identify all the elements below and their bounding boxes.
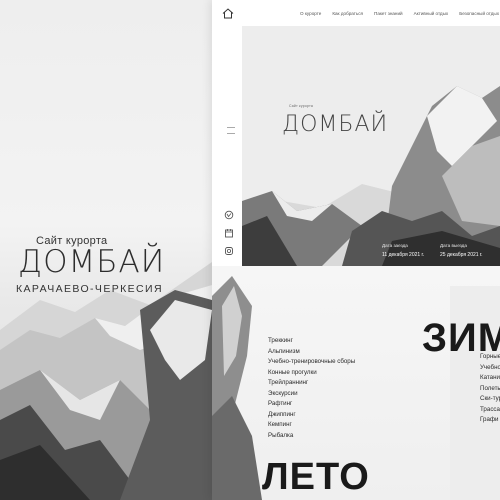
nav-item-knowledge[interactable]: Пакет знаний <box>374 11 403 16</box>
arrival-date-field[interactable]: Дата заезда 11 декабря 2021 г. <box>382 243 424 258</box>
departure-date-label: Дата выезда <box>440 243 467 248</box>
vk-icon[interactable] <box>224 210 234 220</box>
summer-activity-item[interactable]: Альпинизм <box>268 347 355 358</box>
hero-mountain-illustration <box>242 86 500 266</box>
sidebar-divider <box>227 133 235 134</box>
winter-activity-item[interactable]: Учебно <box>480 363 500 374</box>
nav-item-safe-rest[interactable]: Безопасный отдых <box>459 11 499 16</box>
resort-poster: Сайт курорта ДОМБАЙ КАРАЧАЕВО-ЧЕРКЕСИЯ <box>0 0 212 500</box>
winter-activity-item[interactable]: Катание <box>480 373 500 384</box>
arrival-date-label: Дата заезда <box>382 243 408 248</box>
summer-activity-item[interactable]: Трейлраннинг <box>268 378 355 389</box>
main-menu: О курорте Как добраться Пакет знаний Акт… <box>300 11 499 16</box>
calendar-icon[interactable] <box>224 228 234 238</box>
summer-activity-item[interactable]: Треккинг <box>268 336 355 347</box>
winter-activity-item[interactable]: Ски-тур <box>480 394 500 405</box>
website-mockup: О курорте Как добраться Пакет знаний Акт… <box>212 0 500 500</box>
hero-brand-title: ДОМБАЙ <box>282 112 389 137</box>
summer-activity-item[interactable]: Рафтинг <box>268 399 355 410</box>
summer-activity-item[interactable]: Экскурсии <box>268 389 355 400</box>
presentation-stage: Сайт курорта ДОМБАЙ КАРАЧАЕВО-ЧЕРКЕСИЯ О… <box>0 0 500 500</box>
nav-item-directions[interactable]: Как добраться <box>332 11 363 16</box>
top-navigation-bar: О курорте Как добраться Пакет знаний Акт… <box>212 0 500 26</box>
departure-date-value: 25 декабря 2021 г. <box>440 252 483 258</box>
seasons-section: Треккинг Альпинизм Учебно-тренировочные … <box>212 266 500 500</box>
winter-activity-item[interactable]: Полеты <box>480 384 500 395</box>
summer-activities-list: Треккинг Альпинизм Учебно-тренировочные … <box>268 336 355 441</box>
departure-date-field[interactable]: Дата выезда 25 декабря 2021 г. <box>440 243 483 258</box>
region-subtitle: КАРАЧАЕВО-ЧЕРКЕСИЯ <box>16 283 163 295</box>
summer-activity-item[interactable]: Джиппинг <box>268 410 355 421</box>
arrival-date-value: 11 декабря 2021 г. <box>382 252 425 258</box>
winter-activities-list: Горные лыжи Учебно Катание Полеты Ски-ту… <box>480 352 500 426</box>
home-icon[interactable] <box>222 8 234 19</box>
winter-activity-item[interactable]: Трасса <box>480 405 500 416</box>
hero-site-label: Сайт курорта <box>289 104 313 108</box>
summer-activity-item[interactable]: Учебно-тренировочные сборы <box>268 357 355 368</box>
brand-title: ДОМБАЙ <box>18 244 166 280</box>
hero-banner: Сайт курорта ДОМБАЙ Дата заезда 11 декаб… <box>242 26 500 266</box>
winter-activity-item[interactable]: Графи <box>480 415 500 426</box>
winter-activity-item[interactable]: Горные лыжи <box>480 352 500 363</box>
summer-activity-item[interactable]: Конные прогулки <box>268 368 355 379</box>
summer-section-title: ЛЕТО <box>262 456 370 498</box>
nav-item-about[interactable]: О курорте <box>300 11 321 16</box>
sidebar-divider <box>227 127 235 128</box>
summer-activity-item[interactable]: Рыбалка <box>268 431 355 442</box>
instagram-icon[interactable] <box>224 246 234 256</box>
summer-activity-item[interactable]: Кемпинг <box>268 420 355 431</box>
nav-item-active-rest[interactable]: Активный отдых <box>414 11 449 16</box>
